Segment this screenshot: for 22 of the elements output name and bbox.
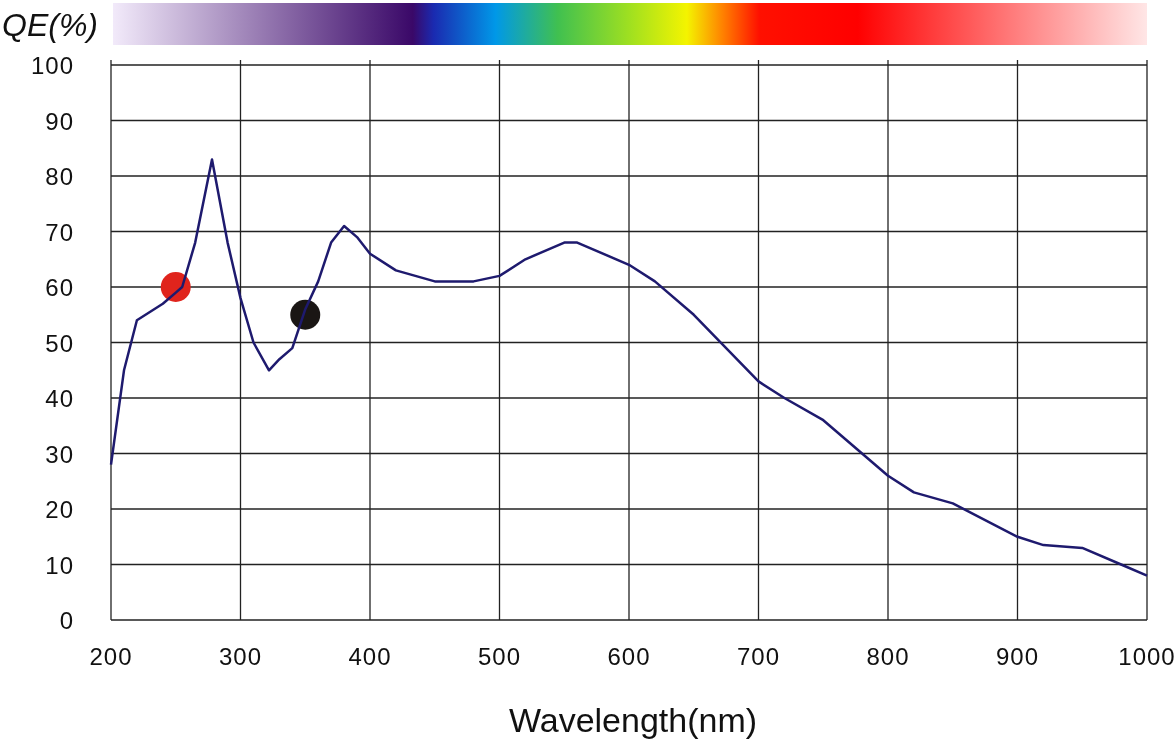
axis-title: Wavelength(nm) (508, 701, 758, 739)
axis-tick-label: 1000 (1118, 643, 1175, 670)
axis-tick-label: 100 (30, 52, 74, 79)
axis-tick-label: 60 (45, 274, 74, 301)
axis-tick-label: 400 (348, 643, 392, 670)
axis-tick-label: 200 (89, 643, 133, 670)
axis-tick-label: 800 (866, 643, 910, 670)
axis-tick-label: 10 (45, 551, 74, 579)
axis-title: QE(%) (2, 7, 98, 43)
axis-tick-label: 20 (45, 496, 74, 523)
axis-tick-label: 900 (996, 643, 1039, 670)
axis-tick-label: 700 (737, 643, 780, 670)
axis-tick-label: 90 (45, 107, 74, 135)
axis-tick-label: 500 (478, 643, 521, 670)
axis-tick-label: 600 (607, 643, 651, 670)
axis-tick-label: 80 (45, 163, 74, 190)
axis-tick-label: 0 (59, 607, 74, 634)
axis-tick-label: 40 (45, 385, 74, 412)
axis-tick-label: 30 (45, 440, 74, 468)
axis-tick-label: 70 (45, 218, 74, 246)
axis-tick-label: 50 (45, 329, 74, 357)
axis-tick-label: 300 (219, 643, 262, 670)
